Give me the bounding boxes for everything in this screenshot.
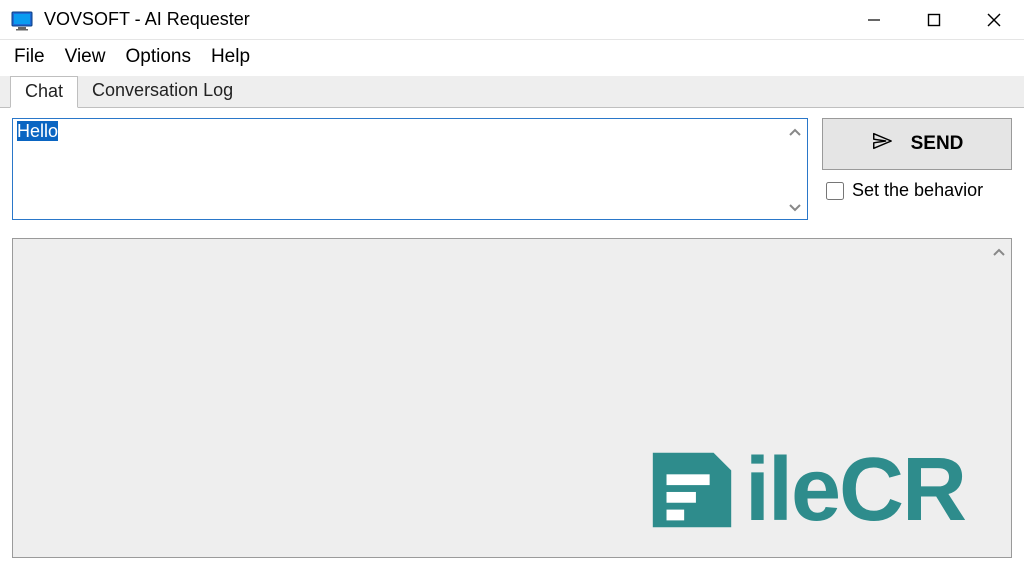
- window-title: VOVSOFT - AI Requester: [44, 9, 844, 30]
- close-button[interactable]: [964, 0, 1024, 39]
- watermark: ileCR: [643, 441, 965, 539]
- watermark-logo-icon: [643, 441, 741, 539]
- minimize-button[interactable]: [844, 0, 904, 39]
- tabbar: Chat Conversation Log: [0, 76, 1024, 108]
- tab-conversation-log[interactable]: Conversation Log: [78, 76, 247, 107]
- menu-options[interactable]: Options: [125, 46, 190, 68]
- set-behavior-option[interactable]: Set the behavior: [822, 180, 1012, 201]
- maximize-button[interactable]: [904, 0, 964, 39]
- output-scrollbar[interactable]: [987, 239, 1011, 557]
- input-row: Hello SEND Set the behavior: [12, 118, 1012, 220]
- tab-chat[interactable]: Chat: [10, 76, 78, 108]
- scroll-up-icon: [789, 123, 801, 139]
- app-icon: [10, 8, 34, 32]
- output-panel: ileCR: [12, 238, 1012, 558]
- set-behavior-checkbox[interactable]: [826, 182, 844, 200]
- window-controls: [844, 0, 1024, 39]
- prompt-input-text: Hello: [17, 121, 58, 141]
- send-label: SEND: [911, 133, 964, 155]
- menu-file[interactable]: File: [14, 46, 45, 68]
- menu-view[interactable]: View: [65, 46, 106, 68]
- input-scrollbar[interactable]: [783, 119, 807, 219]
- prompt-input[interactable]: Hello: [13, 119, 783, 219]
- scroll-down-icon: [789, 199, 801, 215]
- content-area: Hello SEND Set the behavior: [0, 108, 1024, 570]
- menubar: File View Options Help: [0, 40, 1024, 76]
- titlebar: VOVSOFT - AI Requester: [0, 0, 1024, 40]
- watermark-text: ileCR: [745, 445, 965, 535]
- menu-help[interactable]: Help: [211, 46, 250, 68]
- send-button[interactable]: SEND: [822, 118, 1012, 170]
- send-column: SEND Set the behavior: [822, 118, 1012, 201]
- send-icon: [871, 130, 893, 158]
- scroll-up-icon: [993, 243, 1005, 259]
- set-behavior-label: Set the behavior: [852, 180, 983, 201]
- prompt-input-wrap: Hello: [12, 118, 808, 220]
